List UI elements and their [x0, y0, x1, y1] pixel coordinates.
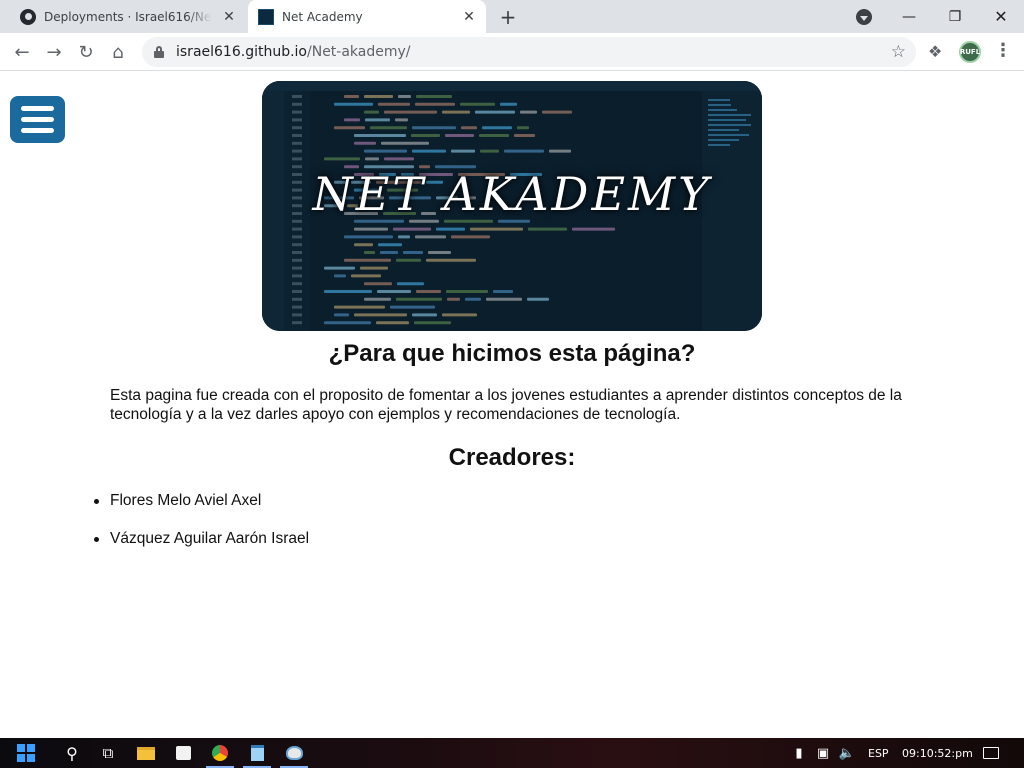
page-content: NET AKADEMY ¿Para que hicimos esta págin… — [0, 72, 1024, 738]
banner-title: NET AKADEMY — [312, 167, 712, 221]
close-icon[interactable]: ✕ — [220, 8, 238, 26]
github-icon — [20, 8, 36, 25]
banner-image: NET AKADEMY — [262, 81, 762, 331]
volume-icon[interactable]: 🔈 — [832, 738, 862, 768]
lock-icon[interactable] — [154, 46, 164, 58]
store-icon[interactable] — [165, 738, 201, 768]
taskbar: ⚲ ⧉ ▮ ▣ 🔈 ESP 09:10:52:pm — [0, 738, 1024, 768]
task-view-icon[interactable]: ⧉ — [90, 738, 126, 768]
tab-net-academy[interactable]: Net Academy ✕ — [248, 0, 486, 33]
more-options-icon[interactable]: ⋮ — [994, 40, 1012, 61]
minimize-icon[interactable]: — — [886, 0, 932, 33]
intro-paragraph: Esta pagina fue creada con el proposito … — [110, 387, 902, 423]
close-icon[interactable]: ✕ — [460, 8, 478, 26]
menu-bar-icon — [21, 117, 54, 122]
chrome-icon[interactable] — [202, 738, 238, 768]
paint-icon[interactable] — [276, 738, 312, 768]
browser-toolbar: ← → ↻ ⌂ israel616.github.io/Net-akademy/… — [0, 33, 1024, 71]
search-icon[interactable]: ⚲ — [54, 738, 90, 768]
extensions-icon[interactable]: ❖ — [928, 42, 942, 61]
restore-icon[interactable]: ❐ — [932, 0, 978, 33]
forward-icon[interactable]: → — [40, 38, 68, 66]
tab-search-icon[interactable] — [856, 9, 872, 25]
tab-deployments[interactable]: Deployments · Israel616/Net-akademy ✕ — [8, 0, 246, 33]
tab-strip: Deployments · Israel616/Net-akademy ✕ Ne… — [0, 0, 1024, 33]
list-item: Flores Melo Aviel Axel — [93, 490, 309, 528]
new-tab-button[interactable]: + — [496, 5, 520, 29]
url-path: /Net-akademy/ — [307, 44, 411, 60]
language-indicator[interactable]: ESP — [868, 738, 889, 768]
file-explorer-icon[interactable] — [128, 738, 164, 768]
menu-bar-icon — [21, 106, 54, 111]
notepad-icon[interactable] — [239, 738, 275, 768]
creators-heading: Creadores: — [448, 444, 576, 471]
close-window-icon[interactable]: ✕ — [978, 0, 1024, 33]
reload-icon[interactable]: ↻ — [72, 38, 100, 66]
list-item: Vázquez Aguilar Aarón Israel — [93, 528, 309, 566]
notifications-icon[interactable] — [976, 738, 1006, 768]
url-host: israel616.github.io — [176, 44, 307, 60]
profile-avatar[interactable]: RUFL — [959, 41, 981, 63]
back-icon[interactable]: ← — [8, 38, 36, 66]
bookmark-star-icon[interactable]: ☆ — [891, 42, 906, 62]
address-bar[interactable]: israel616.github.io/Net-akademy/ ☆ — [142, 37, 916, 67]
hamburger-menu-button[interactable] — [10, 96, 65, 143]
tab-title: Deployments · Israel616/Net-akademy — [44, 9, 212, 24]
windows-start-icon[interactable] — [8, 738, 44, 768]
home-icon[interactable]: ⌂ — [104, 38, 132, 66]
page-heading-question: ¿Para que hicimos esta página? — [328, 340, 696, 367]
tab-title: Net Academy — [282, 9, 363, 24]
net-academy-favicon — [258, 8, 274, 25]
creators-list: Flores Melo Aviel Axel Vázquez Aguilar A… — [93, 490, 309, 566]
menu-bar-icon — [21, 128, 54, 133]
clock[interactable]: 09:10:52:pm — [902, 738, 973, 768]
